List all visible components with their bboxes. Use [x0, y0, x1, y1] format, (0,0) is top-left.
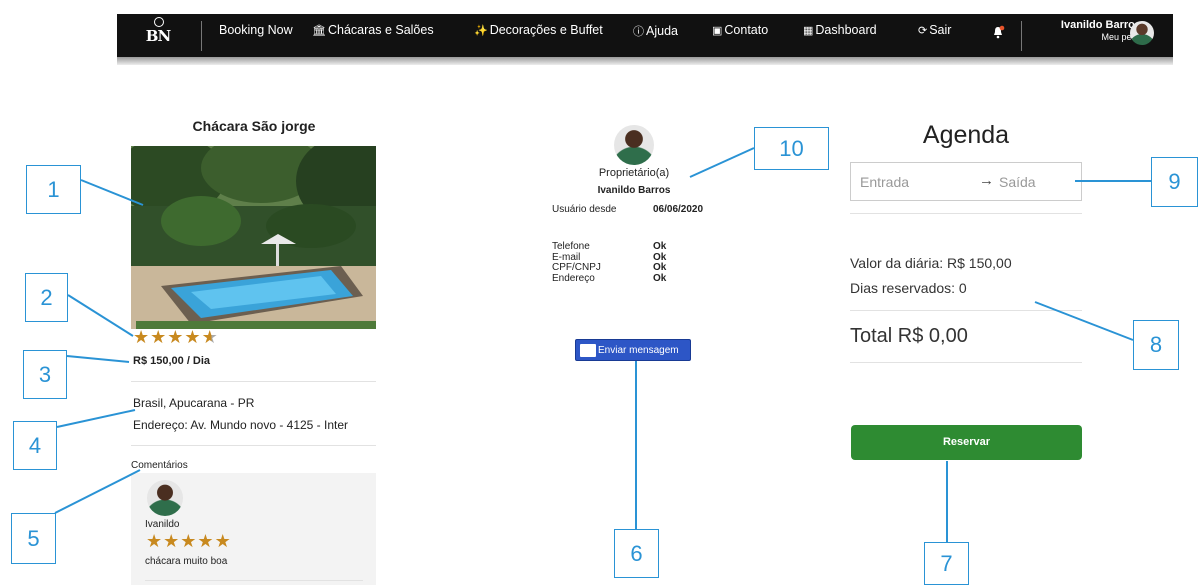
- callout-5: 5: [11, 513, 56, 564]
- callout-3: 3: [23, 350, 67, 399]
- callout-7: 7: [924, 542, 969, 585]
- callout-lines: [54, 147, 1151, 542]
- callout-9: 9: [1151, 157, 1198, 207]
- callout-2: 2: [25, 273, 68, 322]
- callout-4: 4: [13, 421, 57, 470]
- callout-6: 6: [614, 529, 659, 578]
- callout-10: 10: [754, 127, 829, 170]
- callout-1: 1: [26, 165, 81, 214]
- callout-8: 8: [1133, 320, 1179, 370]
